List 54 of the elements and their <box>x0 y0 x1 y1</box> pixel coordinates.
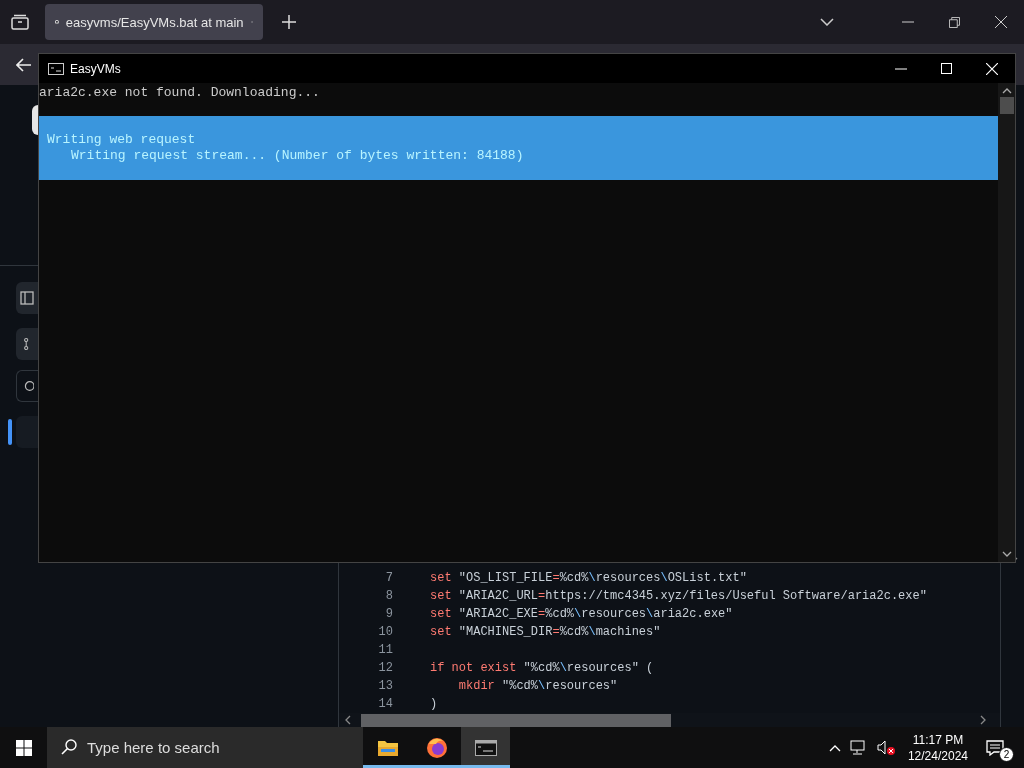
console-taskbar-button[interactable] <box>461 727 510 768</box>
tab-list-icon[interactable] <box>11 14 29 30</box>
console-icon <box>48 62 64 75</box>
branch-button[interactable] <box>16 328 38 360</box>
notification-count: 2 <box>999 746 1014 762</box>
scroll-down-icon[interactable] <box>1001 551 1012 557</box>
line-number: 10 <box>377 625 393 639</box>
line-number: 11 <box>377 643 393 657</box>
line-number: 7 <box>384 571 393 585</box>
console-output-line: aria2c.exe not found. Downloading... <box>39 85 321 101</box>
maximize-icon[interactable] <box>941 63 952 74</box>
scroll-right-icon[interactable] <box>980 715 986 725</box>
line-number: 14 <box>377 697 393 711</box>
line-number: 9 <box>384 607 393 621</box>
scrollbar-thumb[interactable] <box>361 713 671 727</box>
restore-icon[interactable] <box>949 16 960 28</box>
code-line: set "OS_LIST_FILE=%cd%\resources\OSList.txt" <box>430 571 747 585</box>
scrollbar-thumb[interactable] <box>999 97 1014 114</box>
line-number: 12 <box>377 661 393 675</box>
code-line: set "ARIA2C_EXE=%cd%\resources\aria2c.exe" <box>430 607 733 621</box>
scroll-left-icon[interactable] <box>345 715 351 725</box>
progress-activity: Writing web request <box>47 132 196 148</box>
console-icon <box>474 739 497 756</box>
fox-globe-icon <box>425 736 448 759</box>
line-number: 8 <box>384 589 393 603</box>
code-line: set "MACHINES_DIR=%cd%\machines" <box>430 625 661 639</box>
folder-icon <box>376 738 399 757</box>
notification-icon <box>986 739 1004 756</box>
branch-icon <box>23 337 31 351</box>
new-tab-icon[interactable] <box>282 15 296 29</box>
search-icon <box>61 739 77 755</box>
chevron-down-icon[interactable] <box>820 18 834 26</box>
clock-time: 11:17 PM <box>912 731 964 748</box>
windows-start-icon[interactable] <box>16 739 32 756</box>
selection-indicator <box>8 419 12 445</box>
back-arrow-icon[interactable] <box>16 57 32 72</box>
search-icon <box>22 379 34 393</box>
clock-date: 12/24/2024 <box>907 747 968 764</box>
code-line: ) <box>430 697 438 711</box>
muted-speaker-icon[interactable] <box>876 739 895 756</box>
code-line: mkdir "%cd%\resources" <box>457 679 618 693</box>
network-icon[interactable] <box>849 739 868 756</box>
line-number: 13 <box>377 679 393 693</box>
chevron-up-icon[interactable] <box>828 743 841 752</box>
code-line: set "ARIA2C_URL=https://tmc4345.xyz/files/Useful Software/aria2c.exe" <box>430 589 927 603</box>
sidebar-toggle-button[interactable] <box>16 282 38 314</box>
scroll-up-icon[interactable] <box>1001 88 1012 94</box>
code-line: if not exist "%cd%\resources" ( <box>430 661 654 675</box>
progress-status: Writing request stream... (Number of bytes written: 84188) <box>71 148 524 164</box>
panel-icon <box>20 291 34 305</box>
browser-tab[interactable]: easyvms/EasyVMs.bat at main <box>45 4 263 40</box>
taskbar-search-field[interactable]: Type here to search <box>47 727 363 768</box>
vertical-scrollbar[interactable] <box>998 83 1015 562</box>
window-title: EasyVMs <box>70 61 121 76</box>
